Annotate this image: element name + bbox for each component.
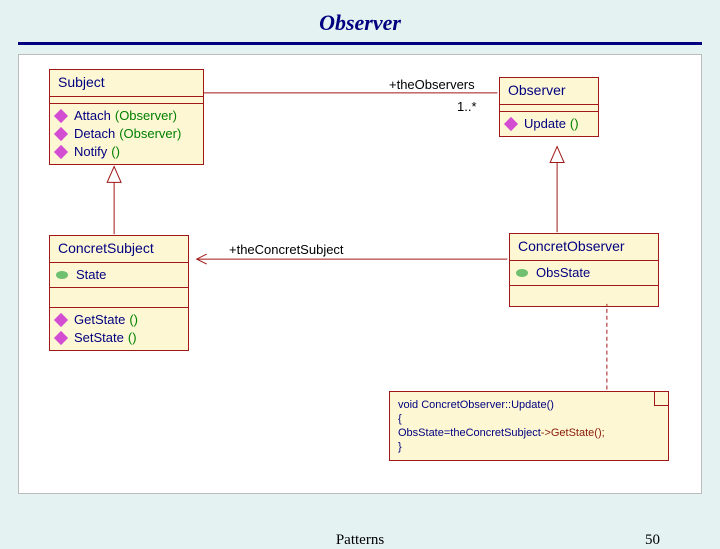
title-rule bbox=[18, 42, 702, 45]
operation-row: Update() bbox=[506, 115, 592, 133]
class-subject: Subject Attach(Observer) Detach(Observer… bbox=[49, 69, 204, 165]
operation-row: Detach(Observer) bbox=[56, 125, 197, 143]
assoc-role-concret-subject: +theConcretSubject bbox=[229, 242, 344, 257]
class-name: Observer bbox=[500, 78, 598, 105]
class-name: Subject bbox=[50, 70, 203, 97]
footer-center: Patterns bbox=[336, 532, 384, 549]
method-icon bbox=[54, 127, 68, 141]
note-corner-icon bbox=[654, 392, 668, 406]
assoc-mult-observers: 1..* bbox=[457, 99, 477, 114]
class-concret-observer: ConcretObserver ObsState bbox=[509, 233, 659, 307]
class-name: ConcretObserver bbox=[510, 234, 658, 261]
diagram-canvas: Subject Attach(Observer) Detach(Observer… bbox=[18, 54, 702, 494]
operation-row: GetState() bbox=[56, 311, 182, 329]
method-icon bbox=[504, 117, 518, 131]
footer-page: 50 bbox=[645, 532, 660, 549]
operation-row: Notify() bbox=[56, 143, 197, 161]
method-icon bbox=[54, 331, 68, 345]
class-observer: Observer Update() bbox=[499, 77, 599, 137]
operation-row: SetState() bbox=[56, 329, 182, 347]
attribute-row: ObsState bbox=[516, 264, 652, 282]
attribute-row: State bbox=[56, 266, 182, 284]
attr-icon bbox=[516, 269, 528, 277]
class-concret-subject: ConcretSubject State GetState() SetState… bbox=[49, 235, 189, 351]
attr-icon bbox=[56, 271, 68, 279]
slide-title: Observer bbox=[0, 0, 720, 42]
method-icon bbox=[54, 145, 68, 159]
assoc-role-observers: +theObservers bbox=[389, 77, 475, 92]
code-note: void ConcretObserver::Update() { ObsStat… bbox=[389, 391, 669, 461]
class-name: ConcretSubject bbox=[50, 236, 188, 263]
method-icon bbox=[54, 109, 68, 123]
method-icon bbox=[54, 313, 68, 327]
operation-row: Attach(Observer) bbox=[56, 107, 197, 125]
